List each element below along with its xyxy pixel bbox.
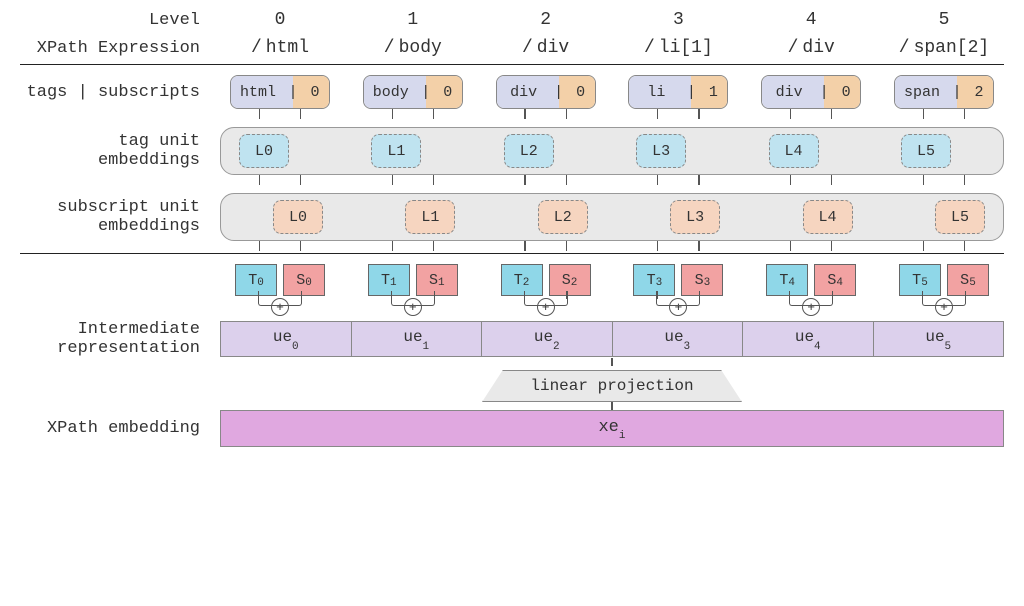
tag-sub-box-0: html|0	[230, 75, 330, 109]
level-5: 5	[884, 10, 1004, 30]
label-intermediate-representation: Intermediate representation	[20, 320, 220, 358]
S1-box: S1	[416, 264, 458, 296]
ue4-cell: ue4	[743, 322, 874, 355]
ts-pair-3: T3 S3	[618, 264, 738, 296]
plus-op-3: +	[618, 296, 738, 318]
intermediate-representation-row: Intermediate representation ue0 ue1 ue2 …	[20, 320, 1004, 358]
tags-subscripts-row: tags | subscripts html|0 body|0 div|0 li…	[20, 75, 1004, 109]
sub-embed-L5: L5	[935, 200, 985, 234]
S4-box: S4	[814, 264, 856, 296]
linear-projection-box: linear projection	[482, 370, 742, 402]
xpath-token-2: /div	[486, 38, 606, 58]
plus-op-2: +	[486, 296, 606, 318]
level-1: 1	[353, 10, 473, 30]
tag-embed-L3: L3	[636, 134, 686, 168]
ue3-cell: ue3	[613, 322, 744, 355]
xpath-token-0: /html	[220, 38, 340, 58]
sub-embed-L4: L4	[803, 200, 853, 234]
tag-sub-box-5: span|2	[894, 75, 994, 109]
level-row: Level 0 1 2 3 4 5	[20, 10, 1004, 30]
xpath-token-5: /span[2]	[884, 38, 1004, 58]
ts-row: T0 S0 T1 S1 T2 S2 T3 S3 T4 S4 T5 S5	[20, 264, 1004, 296]
sub-embed-L3: L3	[670, 200, 720, 234]
tag-unit-embeddings-container: L0 L1 L2 L3 L4 L5	[220, 127, 1004, 175]
S3-box: S3	[681, 264, 723, 296]
connector-1	[20, 109, 1004, 119]
T4-box: T4	[766, 264, 808, 296]
ts-pair-1: T1 S1	[353, 264, 473, 296]
label-xpath-expression: XPath Expression	[20, 39, 220, 58]
S0-box: S0	[283, 264, 325, 296]
label-tags-subscripts: tags | subscripts	[20, 83, 220, 102]
tag-sub-box-1: body|0	[363, 75, 463, 109]
level-4: 4	[751, 10, 871, 30]
T3-box: T3	[633, 264, 675, 296]
tag-embed-L2: L2	[504, 134, 554, 168]
plus-op-1: +	[353, 296, 473, 318]
label-tag-unit-embeddings: tag unit embeddings	[20, 132, 220, 170]
ts-pair-2: T2 S2	[486, 264, 606, 296]
tag-embed-L1: L1	[371, 134, 421, 168]
sub-embed-L0: L0	[273, 200, 323, 234]
T1-box: T1	[368, 264, 410, 296]
ue5-cell: ue5	[874, 322, 1004, 355]
separator-2	[20, 253, 1004, 254]
tag-unit-embeddings-row: tag unit embeddings L0 L1 L2 L3 L4 L5	[20, 127, 1004, 175]
ts-pair-0: T0 S0	[220, 264, 340, 296]
T5-box: T5	[899, 264, 941, 296]
ue0-cell: ue0	[221, 322, 352, 355]
level-0: 0	[220, 10, 340, 30]
sub-embed-L1: L1	[405, 200, 455, 234]
linear-projection-row: linear projection	[20, 370, 1004, 402]
T2-box: T2	[501, 264, 543, 296]
xe-bar: xei	[220, 410, 1004, 447]
connector-proj-bottom	[20, 402, 1004, 410]
tag-sub-box-4: div|0	[761, 75, 861, 109]
ts-pair-4: T4 S4	[751, 264, 871, 296]
label-subscript-unit-embeddings: subscript unit embeddings	[20, 198, 220, 236]
tag-sub-box-2: div|0	[496, 75, 596, 109]
ue1-cell: ue1	[352, 322, 483, 355]
tag-embed-L0: L0	[239, 134, 289, 168]
xpath-token-4: /div	[751, 38, 871, 58]
xpath-token-1: /body	[353, 38, 473, 58]
connector-2	[20, 175, 1004, 185]
tag-sub-box-3: li|1	[628, 75, 728, 109]
ts-pair-5: T5 S5	[884, 264, 1004, 296]
level-3: 3	[618, 10, 738, 30]
connector-3	[20, 241, 1004, 251]
tag-embed-L5: L5	[901, 134, 951, 168]
label-xpath-embedding: XPath embedding	[20, 419, 220, 438]
S5-box: S5	[947, 264, 989, 296]
T0-box: T0	[235, 264, 277, 296]
ue2-cell: ue2	[482, 322, 613, 355]
S2-box: S2	[549, 264, 591, 296]
label-level: Level	[20, 11, 220, 30]
subscript-unit-embeddings-container: L0 L1 L2 L3 L4 L5	[220, 193, 1004, 241]
plus-op-4: +	[751, 296, 871, 318]
plus-op-0: +	[220, 296, 340, 318]
xpath-embedding-row: XPath embedding xei	[20, 410, 1004, 447]
level-2: 2	[486, 10, 606, 30]
ue-bar: ue0 ue1 ue2 ue3 ue4 ue5	[220, 321, 1004, 356]
subscript-unit-embeddings-row: subscript unit embeddings L0 L1 L2 L3 L4…	[20, 193, 1004, 241]
xpath-row: XPath Expression /html /body /div /li[1]…	[20, 38, 1004, 58]
plus-op-5: +	[884, 296, 1004, 318]
separator-1	[20, 64, 1004, 65]
tag-embed-L4: L4	[769, 134, 819, 168]
xpath-token-3: /li[1]	[618, 38, 738, 58]
connector-proj-top	[20, 358, 1004, 366]
sub-embed-L2: L2	[538, 200, 588, 234]
plus-row: + + + + + +	[20, 296, 1004, 318]
